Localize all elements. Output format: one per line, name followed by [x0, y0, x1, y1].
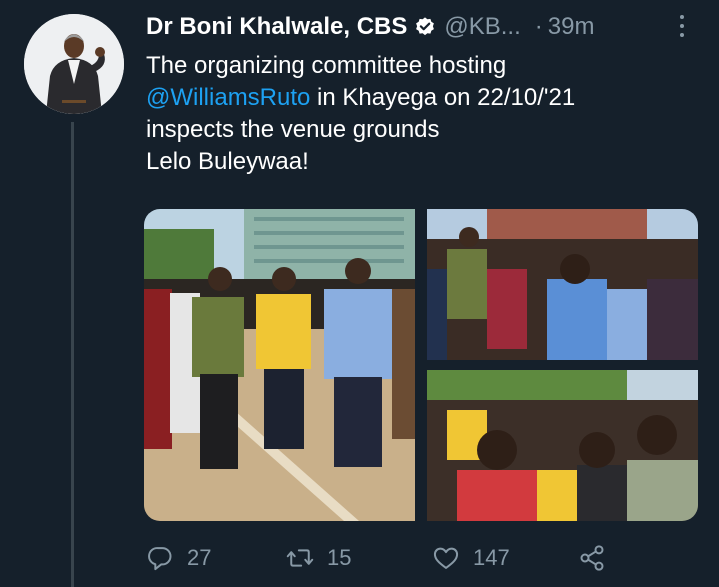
reply-icon	[148, 547, 172, 571]
media-photo-3[interactable]	[427, 370, 698, 521]
avatar[interactable]	[24, 14, 124, 114]
media-photo-2[interactable]	[427, 209, 698, 360]
tweet-text-line-1: The organizing committee hosting	[146, 52, 507, 79]
tweet-text-line-2: @WilliamsRuto in Khayega on 22/10/'21	[146, 82, 706, 114]
reply-button[interactable]: 27	[146, 536, 211, 580]
retweet-button[interactable]: 15	[286, 536, 351, 580]
tweet-actions: 27 15 147	[146, 536, 616, 580]
share-button[interactable]	[578, 536, 606, 580]
author-handle[interactable]: @KB...	[444, 13, 520, 41]
tweet-text: The organizing committee hosting @Willia…	[146, 50, 706, 178]
share-icon	[580, 545, 604, 571]
author-name[interactable]: Dr Boni Khalwale, CBS	[146, 13, 407, 41]
separator-dot: ·	[534, 13, 543, 40]
tweet-text-line-4: Lelo Buleywaa!	[146, 148, 309, 175]
mention-link[interactable]: @WilliamsRuto	[146, 84, 310, 111]
heart-icon	[433, 547, 459, 569]
verified-badge-icon	[416, 17, 435, 36]
timestamp[interactable]: 39m	[548, 13, 595, 41]
tweet-header: Dr Boni Khalwale, CBS @KB... · 39m	[146, 12, 706, 42]
media-photo-1[interactable]	[144, 209, 415, 521]
reply-count: 27	[187, 545, 212, 570]
like-count: 147	[473, 545, 510, 570]
like-button[interactable]: 147	[432, 536, 510, 580]
tweet-text-line-2-rest: in Khayega on 22/10/'21	[310, 84, 576, 111]
thread-line	[71, 122, 74, 587]
media-grid	[144, 209, 698, 521]
tweet-text-line-3: inspects the venue grounds	[146, 116, 440, 143]
retweet-icon	[286, 549, 314, 567]
avatar-photo	[24, 14, 124, 114]
more-icon[interactable]	[674, 12, 690, 40]
retweet-count: 15	[327, 545, 352, 570]
